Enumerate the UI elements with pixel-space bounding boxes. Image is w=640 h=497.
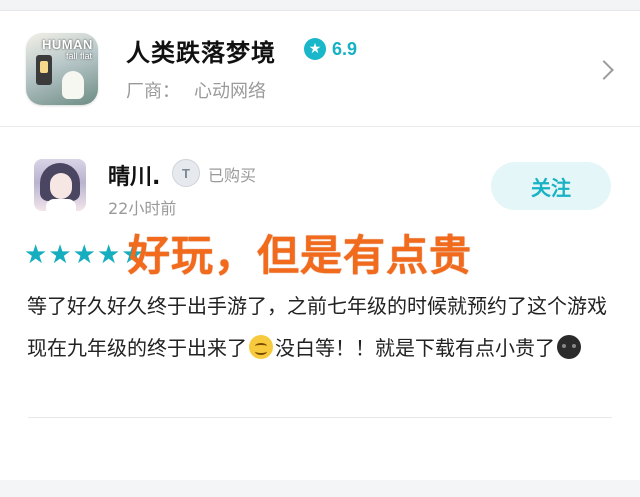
- bottom-strip: [0, 480, 640, 497]
- game-card[interactable]: HUMAN fall flat 人类跌落梦境 ★ 6.9 厂商： 心动网络: [0, 11, 640, 127]
- game-app-icon[interactable]: HUMAN fall flat: [26, 33, 98, 105]
- game-score: ★ 6.9: [304, 38, 357, 60]
- figure-graphic: [62, 71, 84, 99]
- score-value: 6.9: [332, 38, 358, 59]
- section-divider: [0, 127, 640, 135]
- avatar-collar: [46, 199, 76, 211]
- chevron-right-icon[interactable]: [594, 60, 614, 80]
- app-icon-logo-subtext: fall flat: [66, 51, 93, 61]
- star-icon: ★: [48, 240, 72, 270]
- follow-button[interactable]: 关注: [491, 162, 611, 210]
- star-icon: ★: [72, 240, 96, 270]
- smile-emoji-icon: [249, 335, 273, 359]
- review-body-part2: 没白等！！就是下载有点小贵了: [275, 336, 555, 360]
- purchased-tag: 已购买: [208, 166, 257, 185]
- app-icon-logo-text: HUMAN: [42, 37, 93, 52]
- vendor-label: 厂商：: [126, 81, 180, 102]
- star-icon: ★: [24, 240, 48, 270]
- review-time: 22小时前: [108, 199, 177, 218]
- review-body: 等了好久好久终于出手游了，之前七年级的时候就预约了这个游戏现在九年级的终于出来了…: [27, 285, 617, 369]
- game-title: 人类跌落梦境: [126, 39, 276, 67]
- user-name[interactable]: 晴川.: [108, 159, 160, 191]
- dark-face-emoji-icon: [557, 335, 581, 359]
- tap-star-icon: ★: [304, 38, 326, 60]
- review-headline: 好玩，但是有点贵: [128, 231, 473, 280]
- star-icon: ★: [96, 240, 121, 270]
- lamp-graphic: [36, 55, 52, 85]
- vendor-name: 心动网络: [194, 81, 266, 102]
- avatar-face: [50, 173, 72, 199]
- review-divider: [28, 417, 612, 418]
- user-avatar[interactable]: [34, 159, 86, 211]
- top-strip: [0, 0, 640, 11]
- level-badge-icon: T: [172, 159, 200, 187]
